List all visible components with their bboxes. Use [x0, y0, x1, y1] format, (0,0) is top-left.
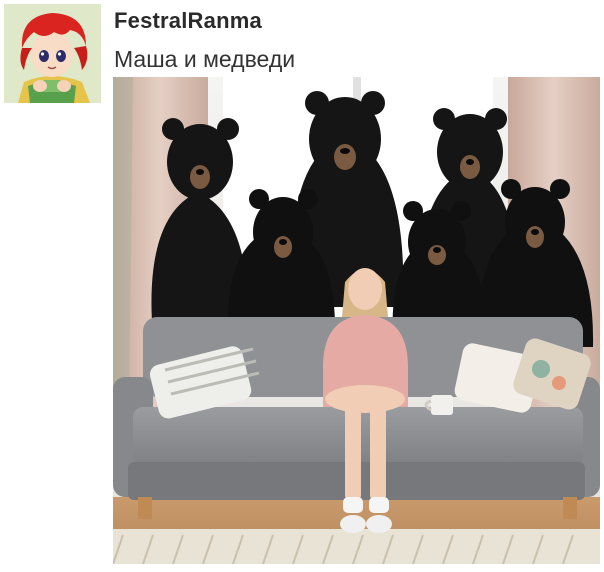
post-image-illustration — [113, 77, 600, 564]
rug — [113, 529, 600, 564]
anime-character-avatar-icon — [4, 4, 101, 103]
post-text: Маша и медведи — [114, 46, 296, 72]
post: FestralRanma Маша и медведи — [0, 0, 604, 572]
mug — [431, 395, 453, 415]
user-avatar[interactable] — [4, 4, 101, 103]
post-author-username[interactable]: FestralRanma — [114, 8, 262, 34]
post-image[interactable] — [113, 77, 600, 564]
